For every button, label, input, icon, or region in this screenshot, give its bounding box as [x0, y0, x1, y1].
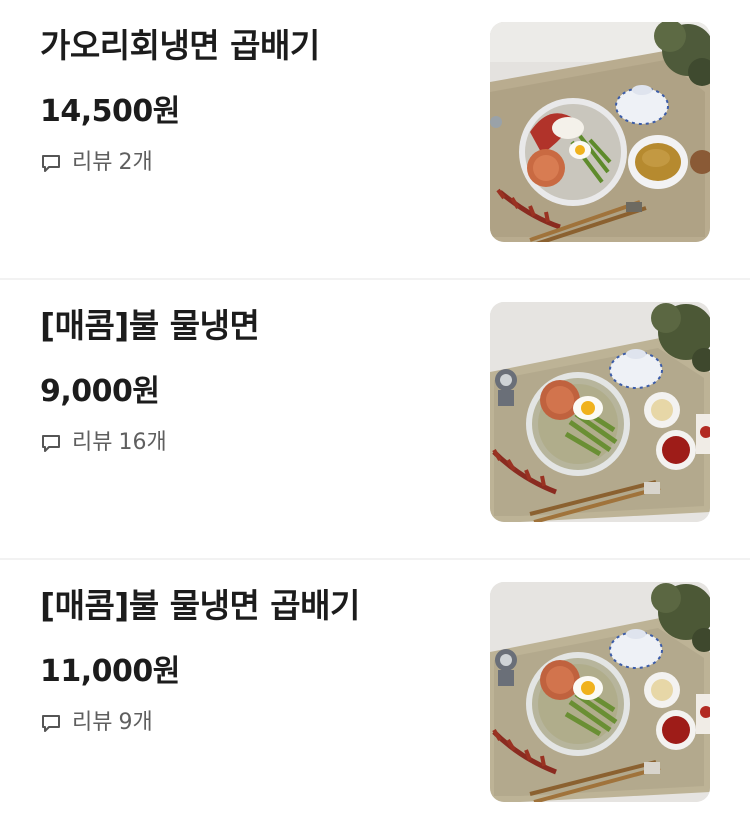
menu-item-photo[interactable] — [490, 582, 710, 802]
review-count-value: 2개 — [118, 150, 153, 175]
review-count-value: 16개 — [118, 430, 167, 455]
speech-bubble-icon — [40, 152, 62, 174]
review-count[interactable]: 리뷰 9개 — [40, 708, 460, 738]
review-count[interactable]: 리뷰 2개 — [40, 148, 460, 178]
review-label: 리뷰 — [72, 150, 113, 175]
review-label: 리뷰 — [72, 710, 113, 735]
speech-bubble-icon — [40, 432, 62, 454]
review-label: 리뷰 — [72, 430, 113, 455]
menu-item-info: [매콤]불 물냉면 9,000원 리뷰 16개 — [40, 304, 460, 458]
menu-item[interactable]: [매콤]불 물냉면 곱배기 11,000원 리뷰 9개 — [0, 560, 750, 829]
menu-item[interactable]: [매콤]불 물냉면 9,000원 리뷰 16개 — [0, 280, 750, 560]
menu-item[interactable]: 가오리회냉면 곱배기 14,500원 리뷰 2개 — [0, 0, 750, 280]
menu-item-name: [매콤]불 물냉면 곱배기 — [40, 586, 360, 625]
menu-item-price: 14,500원 — [40, 94, 180, 129]
menu-list: 가오리회냉면 곱배기 14,500원 리뷰 2개 [매콤]불 물냉면 9,000… — [0, 0, 750, 829]
speech-bubble-icon — [40, 712, 62, 734]
menu-item-info: 가오리회냉면 곱배기 14,500원 리뷰 2개 — [40, 24, 460, 178]
menu-item-price: 9,000원 — [40, 374, 160, 409]
mul-naengmyeon-photo — [490, 582, 710, 802]
menu-item-name: 가오리회냉면 곱배기 — [40, 26, 320, 65]
mul-naengmyeon-photo — [490, 302, 710, 522]
menu-item-info: [매콤]불 물냉면 곱배기 11,000원 리뷰 9개 — [40, 584, 460, 738]
menu-item-price: 11,000원 — [40, 654, 180, 689]
review-count[interactable]: 리뷰 16개 — [40, 428, 460, 458]
menu-item-name: [매콤]불 물냉면 — [40, 306, 260, 345]
bibim-naengmyeon-photo — [490, 22, 710, 242]
review-count-value: 9개 — [118, 710, 153, 735]
menu-item-photo[interactable] — [490, 302, 710, 522]
menu-item-photo[interactable] — [490, 22, 710, 242]
